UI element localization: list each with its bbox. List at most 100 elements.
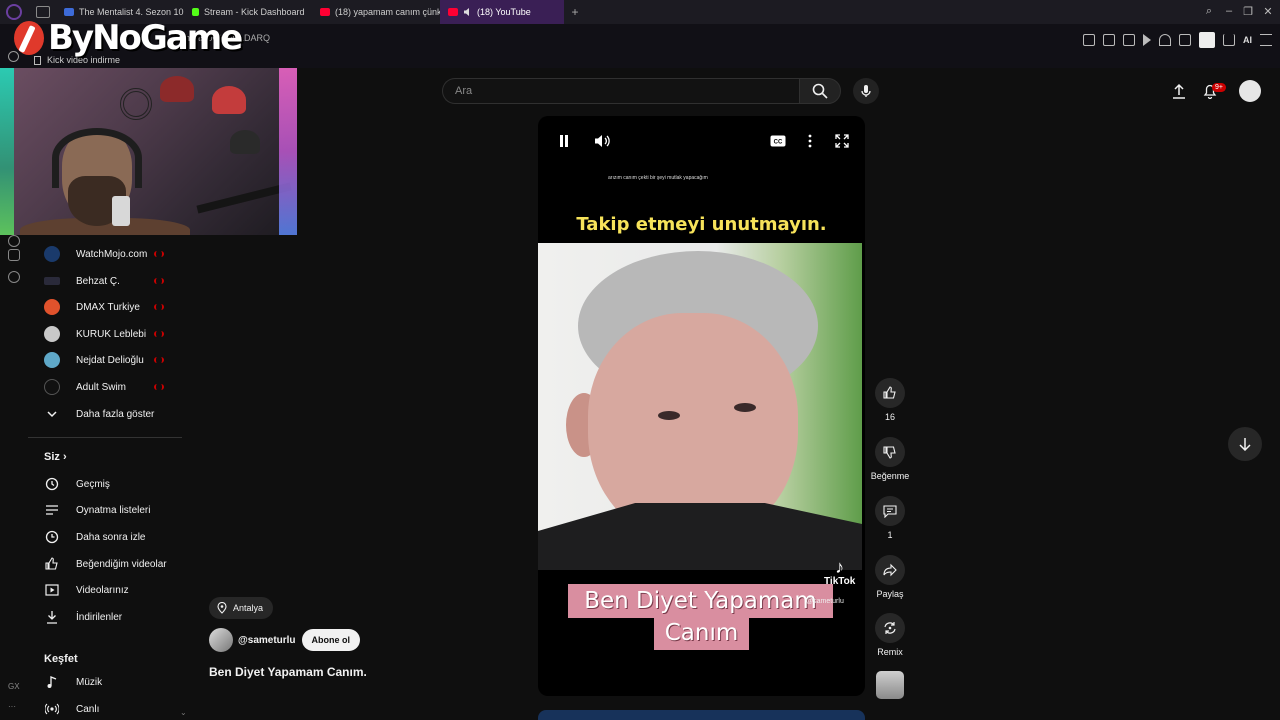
- extensions-icon[interactable]: [1179, 34, 1191, 46]
- thumbs-up-icon: [883, 386, 896, 399]
- sidebar-item-liked-videos[interactable]: Beğendiğim videolar: [28, 551, 182, 577]
- subscription-item[interactable]: Adult Swim: [28, 374, 182, 400]
- shorts-player[interactable]: CC arızım canım çekti bir şeyi mutlak ya…: [538, 116, 865, 696]
- tab-youtube-active[interactable]: (18) YouTube: [440, 0, 564, 24]
- pin-icon[interactable]: [1083, 34, 1095, 46]
- avatar[interactable]: [1239, 80, 1261, 102]
- shield-icon[interactable]: [1123, 34, 1135, 46]
- remix-button[interactable]: Remix: [874, 613, 906, 657]
- brand-overlay: ByNoGame: [14, 18, 243, 58]
- short-title[interactable]: Ben Diyet Yapamam Canım.: [209, 665, 367, 679]
- gx-label[interactable]: GX: [8, 682, 20, 691]
- subscription-label: DMAX Turkiye: [76, 301, 140, 313]
- dislike-button[interactable]: Beğenme: [871, 437, 909, 481]
- remix-circle[interactable]: [875, 613, 905, 643]
- profile-icon[interactable]: [1199, 32, 1215, 48]
- video-headline-text: Takip etmeyi unutmayın.: [576, 214, 827, 235]
- like-circle[interactable]: [875, 378, 905, 408]
- show-more-button[interactable]: Daha fazla göster: [28, 401, 182, 427]
- subscription-item[interactable]: Nejdat Delioğlu: [28, 347, 182, 373]
- next-short-button[interactable]: [1228, 427, 1262, 461]
- led-strip-right: [279, 68, 297, 235]
- kick-icon: [192, 8, 199, 16]
- subscription-item[interactable]: DMAX Turkiye: [28, 294, 182, 320]
- tiktok-icon: ♪: [835, 557, 845, 577]
- search-tabs-icon[interactable]: ⌕: [1202, 5, 1216, 18]
- location-pin-icon: [217, 602, 227, 614]
- new-tab-button[interactable]: +: [568, 5, 582, 19]
- sidebar-item-watch-later[interactable]: Daha sonra izle: [28, 524, 182, 550]
- download-icon[interactable]: [1223, 34, 1235, 46]
- minimize-button[interactable]: –: [1222, 5, 1236, 17]
- voice-search-button[interactable]: [853, 78, 879, 104]
- tab-overview-icon[interactable]: [36, 6, 50, 18]
- pause-icon: [560, 135, 568, 147]
- play-icon[interactable]: [1143, 34, 1151, 46]
- person-shirt: [538, 503, 862, 570]
- rail-extensions-icon[interactable]: [8, 249, 20, 261]
- your-videos-icon: [44, 582, 60, 598]
- menu-icon[interactable]: [1260, 34, 1272, 46]
- more-options-button[interactable]: [801, 132, 819, 150]
- subscribe-button[interactable]: Abone ol: [301, 629, 361, 651]
- search-box: [442, 78, 799, 104]
- you-section-heading[interactable]: Siz ›: [44, 451, 67, 463]
- rail-more-button[interactable]: ···: [8, 702, 16, 711]
- tab-label: (18) yapamam canım çünk: [335, 7, 440, 17]
- search-button[interactable]: [799, 78, 841, 104]
- screenshot-icon[interactable]: [1103, 34, 1115, 46]
- pause-button[interactable]: [555, 132, 573, 150]
- fullscreen-button[interactable]: [833, 132, 851, 150]
- subscription-item[interactable]: Behzat Ç.: [28, 268, 182, 294]
- share-circle[interactable]: [875, 555, 905, 585]
- subscription-item[interactable]: KURUK Leblebi: [28, 321, 182, 347]
- chevron-down-icon: [44, 406, 60, 422]
- maximize-button[interactable]: ❐: [1241, 5, 1255, 18]
- rail-icon[interactable]: [8, 235, 20, 247]
- share-button[interactable]: Paylaş: [874, 555, 906, 599]
- live-icon: [154, 357, 164, 363]
- comment-count: 1: [887, 530, 893, 540]
- search-input[interactable]: [443, 79, 799, 103]
- playlists-icon: [44, 502, 60, 518]
- sidebar-item-downloads[interactable]: İndirilenler: [28, 604, 182, 630]
- sidebar-item-history[interactable]: Geçmiş: [28, 471, 182, 497]
- ai-extension-button[interactable]: AI: [1243, 35, 1252, 45]
- wall-cap: [212, 86, 246, 114]
- like-button[interactable]: 16: [874, 378, 906, 422]
- comments-button[interactable]: 1: [874, 496, 906, 540]
- upload-button[interactable]: [1170, 80, 1188, 102]
- explore-section-heading: Keşfet: [44, 653, 78, 665]
- channel-handle[interactable]: @sameturlu: [238, 635, 296, 646]
- sidebar-item-live[interactable]: Canlı: [28, 696, 182, 720]
- brand-logo-icon: [14, 21, 44, 55]
- thumbs-down-icon: [883, 446, 896, 459]
- close-window-button[interactable]: ✕: [1261, 5, 1275, 18]
- captions-button[interactable]: CC: [769, 132, 787, 150]
- dislike-circle[interactable]: [875, 437, 905, 467]
- tab-youtube-video[interactable]: (18) yapamam canım çünk: [312, 0, 440, 24]
- notification-count-badge: 9+: [1212, 83, 1226, 92]
- sidebar-item-music[interactable]: Müzik: [28, 669, 182, 695]
- comments-circle[interactable]: [875, 496, 905, 526]
- volume-button[interactable]: [593, 132, 611, 150]
- subscription-item[interactable]: WatchMojo.com: [28, 241, 182, 267]
- video-subtitle-line2: Canım: [654, 616, 749, 650]
- live-icon: [44, 701, 60, 717]
- next-short-preview[interactable]: [538, 710, 865, 720]
- tab-label: (18) YouTube: [477, 7, 531, 17]
- channel-avatar: [44, 246, 60, 262]
- sidebar-item-label: Videolarınız: [76, 584, 129, 596]
- audio-thumbnail[interactable]: [876, 671, 904, 699]
- sidebar-item-your-videos[interactable]: Videolarınız: [28, 577, 182, 603]
- channel-avatar[interactable]: [209, 628, 233, 652]
- search-icon: [812, 83, 828, 99]
- sidebar-item-playlists[interactable]: Oynatma listeleri: [28, 497, 182, 523]
- sidebar-item-label: İndirilenler: [76, 611, 123, 623]
- location-chip[interactable]: Antalya: [209, 597, 274, 619]
- heart-icon[interactable]: [1159, 34, 1171, 46]
- sidebar-scroll-down-icon[interactable]: ⌄: [180, 708, 187, 717]
- tab-label: The Mentalist 4. Sezon 10.: [79, 7, 184, 17]
- live-icon: [154, 278, 164, 284]
- rail-settings-icon[interactable]: [8, 271, 20, 283]
